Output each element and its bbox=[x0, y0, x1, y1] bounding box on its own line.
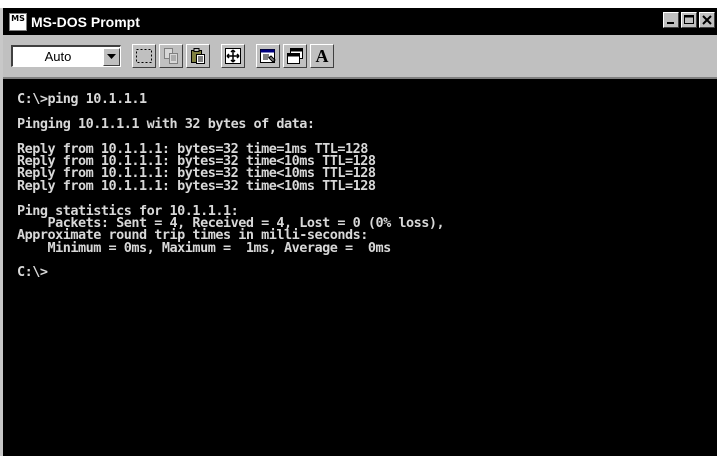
font-icon: A bbox=[315, 45, 329, 66]
copy-icon bbox=[164, 48, 178, 64]
chevron-down-glyph bbox=[107, 53, 116, 59]
font-button[interactable]: A bbox=[310, 44, 334, 68]
maximize-button[interactable] bbox=[681, 12, 697, 28]
minimize-button[interactable] bbox=[663, 12, 679, 28]
properties-icon bbox=[260, 49, 276, 63]
toolbar: Auto A bbox=[3, 35, 717, 79]
console-line: Reply from 10.1.1.1: bytes=32 time<10ms … bbox=[17, 177, 376, 194]
minimize-icon bbox=[667, 22, 674, 24]
window-controls bbox=[661, 12, 715, 28]
chevron-down-icon[interactable] bbox=[103, 47, 120, 66]
console-prompt: C:\> bbox=[17, 264, 48, 281]
window-title: MS-DOS Prompt bbox=[31, 13, 140, 30]
console-line: Minimum = 0ms, Maximum = 1ms, Average = … bbox=[17, 239, 392, 256]
console-output[interactable]: C:\>ping 10.1.1.1 Pinging 10.1.1.1 with … bbox=[3, 79, 717, 456]
properties-button[interactable] bbox=[256, 44, 280, 68]
close-icon bbox=[702, 15, 712, 25]
ms-dos-app-icon[interactable]: MS bbox=[9, 12, 27, 31]
copy-button[interactable] bbox=[159, 44, 183, 68]
close-button[interactable] bbox=[699, 12, 715, 28]
background-button[interactable] bbox=[283, 44, 307, 68]
console-line: Pinging 10.1.1.1 with 32 bytes of data: bbox=[17, 115, 315, 132]
maximize-icon bbox=[684, 15, 694, 24]
mark-button[interactable] bbox=[132, 44, 156, 68]
paste-icon bbox=[191, 48, 205, 64]
mark-icon bbox=[136, 49, 152, 63]
font-size-value: Auto bbox=[44, 49, 72, 64]
font-size-select[interactable]: Auto bbox=[11, 45, 121, 67]
fullscreen-button[interactable] bbox=[221, 44, 245, 68]
title-bar[interactable]: MS MS-DOS Prompt bbox=[3, 8, 717, 35]
fullscreen-icon bbox=[225, 48, 241, 64]
console-line: C:\>ping 10.1.1.1 bbox=[17, 91, 147, 107]
ms-dos-window: MS MS-DOS Prompt Auto A C:\>ping 10.1.1.… bbox=[0, 8, 717, 456]
background-icon bbox=[287, 48, 303, 64]
paste-button[interactable] bbox=[186, 44, 210, 68]
